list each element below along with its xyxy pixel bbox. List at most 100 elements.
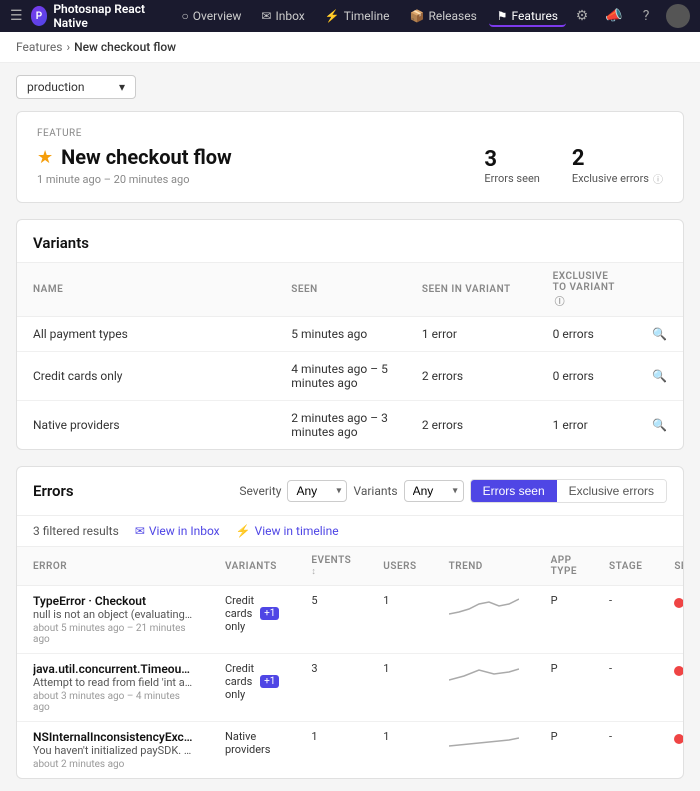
errors-table: ERROR VARIANTS EVENTS ↕ USERS TREND APP … xyxy=(17,547,684,778)
feature-info: ★ New checkout flow 1 minute ago – 20 mi… xyxy=(37,145,232,186)
errors-tab-group: Errors seen Exclusive errors xyxy=(470,479,667,503)
variants-card: Variants NAME SEEN SEEN IN VARIANT EXCLU… xyxy=(16,219,684,450)
col-severity: SEVERITY xyxy=(658,547,684,586)
variant-search-icon[interactable]: 🔍 xyxy=(636,352,683,401)
nav-item-timeline[interactable]: ⚡ Timeline xyxy=(317,5,398,27)
error-stage: - xyxy=(593,654,658,722)
chevron-down-icon: ▾ xyxy=(119,80,125,94)
exclusive-errors-stat: 2 Exclusive errors ⓘ xyxy=(572,146,663,186)
trend-chart xyxy=(449,662,519,684)
tab-errors-seen[interactable]: Errors seen xyxy=(471,480,557,502)
error-events: 5 xyxy=(295,586,367,654)
feature-title: New checkout flow xyxy=(61,145,232,169)
variant-name: All payment types xyxy=(17,317,275,352)
error-users: 1 xyxy=(367,586,432,654)
feature-card-inner: ★ New checkout flow 1 minute ago – 20 mi… xyxy=(37,145,663,186)
col-header-seen-variant: SEEN IN VARIANT xyxy=(406,263,537,317)
variants-table-header: NAME SEEN SEEN IN VARIANT EXCLUSIVE TO V… xyxy=(17,263,683,317)
nav-item-inbox[interactable]: ✉ Inbox xyxy=(253,5,312,27)
breadcrumb-current: New checkout flow xyxy=(74,40,176,54)
error-time: about 2 minutes ago xyxy=(33,759,193,770)
severity-select[interactable]: Any xyxy=(287,480,347,502)
error-type: java.util.concurrent.TimeoutEx... xyxy=(33,662,193,676)
col-header-exclusive: EXCLUSIVE TO VARIANT ⓘ xyxy=(537,263,636,317)
breadcrumb-parent[interactable]: Features xyxy=(16,40,62,54)
help-button[interactable]: ? xyxy=(634,4,658,28)
variant-seen: 5 minutes ago xyxy=(275,317,406,352)
variant-search-icon[interactable]: 🔍 xyxy=(636,401,683,450)
inbox-link-icon: ✉ xyxy=(135,524,145,538)
nav-bar: ☰ P Photosnap React Native ○ Overview ✉ … xyxy=(0,0,700,32)
feature-time: 1 minute ago – 20 minutes ago xyxy=(37,173,232,186)
error-description: You haven't initialized paySDK. Run t... xyxy=(33,744,193,757)
nav-item-releases[interactable]: 📦 Releases xyxy=(402,5,485,27)
error-app-type: P xyxy=(535,654,593,722)
error-type: NSInternalInconsistencyExcep... xyxy=(33,730,193,744)
variants-select[interactable]: Any xyxy=(404,480,464,502)
variant-badge: +1 xyxy=(260,675,279,688)
errors-seen-label: Errors seen xyxy=(484,172,539,185)
error-severity: HANDLED xyxy=(658,586,684,654)
errors-table-header: ERROR VARIANTS EVENTS ↕ USERS TREND APP … xyxy=(17,547,684,586)
error-users: 1 xyxy=(367,654,432,722)
view-timeline-link[interactable]: ⚡ View in timeline xyxy=(236,524,339,538)
col-header-seen: SEEN xyxy=(275,263,406,317)
errors-subheader: 3 filtered results ✉ View in Inbox ⚡ Vie… xyxy=(17,516,683,547)
col-header-name: NAME xyxy=(17,263,275,317)
releases-icon: 📦 xyxy=(410,9,425,23)
variant-seen: 2 minutes ago – 3 minutes ago xyxy=(275,401,406,450)
logo-icon: P xyxy=(31,6,48,26)
breadcrumb: Features › New checkout flow xyxy=(0,32,700,63)
variants-table: NAME SEEN SEEN IN VARIANT EXCLUSIVE TO V… xyxy=(17,263,683,449)
error-variants-cell: Credit cards only +1 xyxy=(209,586,295,654)
variant-exclusive: 1 error xyxy=(537,401,636,450)
variant-seen-variant: 2 errors xyxy=(406,352,537,401)
error-variants-cell: Native providers xyxy=(209,722,295,779)
error-stage: - xyxy=(593,586,658,654)
col-trend: TREND xyxy=(433,547,535,586)
error-app-type: P xyxy=(535,586,593,654)
variant-exclusive: 0 errors xyxy=(537,352,636,401)
nav-item-overview[interactable]: ○ Overview xyxy=(173,5,249,27)
col-app-type: APP TYPE xyxy=(535,547,593,586)
error-time: about 3 minutes ago – 4 minutes ago xyxy=(33,691,193,713)
overview-icon: ○ xyxy=(181,9,188,23)
error-variant: Credit cards only +1 xyxy=(225,662,279,701)
error-trend xyxy=(433,586,535,654)
variant-exclusive: 0 errors xyxy=(537,317,636,352)
variant-row: Native providers 2 minutes ago – 3 minut… xyxy=(17,401,683,450)
variants-select-wrap: Any xyxy=(404,480,464,502)
environment-dropdown[interactable]: production ▾ xyxy=(16,75,136,99)
settings-button[interactable]: ⚙ xyxy=(570,4,594,28)
error-variant: Credit cards only +1 xyxy=(225,594,279,633)
feature-label: FEATURE xyxy=(37,128,663,139)
feature-star-icon: ★ xyxy=(37,147,53,168)
error-description: Attempt to read from field 'int andro... xyxy=(33,676,193,689)
variant-search-icon[interactable]: 🔍 xyxy=(636,317,683,352)
announcements-button[interactable]: 📣 xyxy=(602,4,626,28)
tab-exclusive-errors[interactable]: Exclusive errors xyxy=(557,480,666,502)
results-count: 3 filtered results xyxy=(33,524,119,538)
hamburger-menu[interactable]: ☰ xyxy=(10,8,23,24)
variant-seen: 4 minutes ago – 5 minutes ago xyxy=(275,352,406,401)
error-users: 1 xyxy=(367,722,432,779)
error-type: TypeError · Checkout xyxy=(33,594,193,608)
info-icon[interactable]: ⓘ xyxy=(653,171,663,186)
variant-badge: +1 xyxy=(260,607,279,620)
nav-logo: P Photosnap React Native xyxy=(31,2,162,30)
error-trend xyxy=(433,654,535,722)
trend-chart xyxy=(449,730,519,752)
nav-item-features[interactable]: ⚑ Features xyxy=(489,5,566,27)
error-time: about 5 minutes ago – 21 minutes ago xyxy=(33,623,193,645)
error-variants-cell: Credit cards only +1 xyxy=(209,654,295,722)
timeline-link-icon: ⚡ xyxy=(236,524,251,538)
severity-cell: HANDLED xyxy=(674,594,684,611)
view-inbox-link[interactable]: ✉ View in Inbox xyxy=(135,524,220,538)
user-avatar[interactable] xyxy=(666,4,690,28)
col-exclusive-info-icon[interactable]: ⓘ xyxy=(555,297,566,308)
severity-dot xyxy=(674,666,684,676)
error-severity: HANDLED xyxy=(658,654,684,722)
error-trend xyxy=(433,722,535,779)
nav-right: ⚙ 📣 ? xyxy=(570,4,690,28)
sort-icon[interactable]: ↕ xyxy=(311,567,316,577)
